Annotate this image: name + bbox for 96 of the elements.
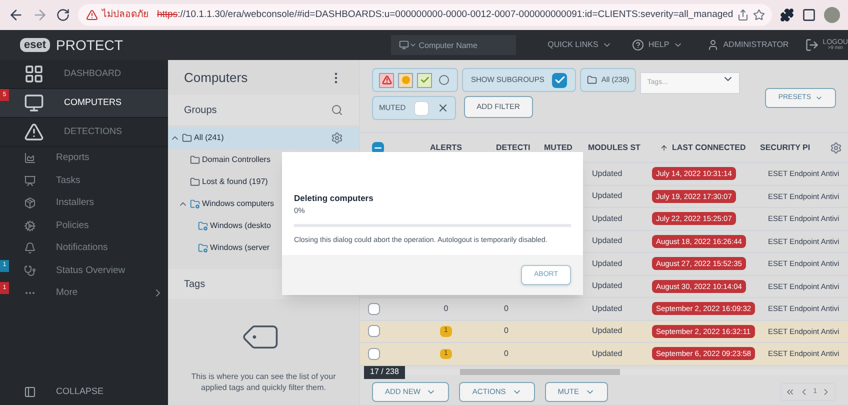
sidebar-item[interactable]: Policies: [0, 214, 168, 237]
sidebar-item[interactable]: DETECTIONS: [0, 118, 168, 147]
panel-icon: [24, 386, 36, 398]
first-page-icon[interactable]: [785, 387, 796, 397]
alert-count: 0: [444, 302, 448, 315]
column-header[interactable]: MODULES ST: [588, 142, 652, 154]
grid-icon: [24, 64, 44, 84]
folder-icon: [190, 155, 200, 165]
sort-icon: [660, 144, 668, 152]
url-text: https://10.1.1.30/era/webconsole/#id=DASHBOARDS:u=000000000-0000-0012-0007-000000000091:id=CLIENTS:severity=all_managed: [157, 8, 734, 22]
table-cell-text: Updated: [591, 168, 622, 180]
close-icon[interactable]: [436, 102, 449, 114]
severity-toggle[interactable]: [379, 72, 394, 88]
sidebar-item[interactable]: Installers: [0, 192, 168, 214]
table-cell-text: Updated: [591, 302, 622, 315]
table-cell-text: Updated: [591, 190, 622, 202]
column-header[interactable]: MUTED: [544, 142, 588, 154]
severity-toggle[interactable]: [398, 72, 413, 88]
logout-icon: [804, 38, 819, 52]
help-icon: [632, 39, 644, 51]
table-cell: 0: [504, 304, 508, 313]
gear-icon: [24, 220, 36, 232]
column-header[interactable]: DETECTI: [496, 142, 544, 154]
share-icon[interactable]: [737, 9, 750, 21]
sidebar-item[interactable]: Reports: [0, 147, 168, 170]
board-icon: [24, 174, 36, 187]
folder-icon: [190, 177, 200, 187]
column-header[interactable]: ALERTS: [396, 142, 496, 154]
warning-icon: [86, 9, 98, 21]
scrollbar-thumb[interactable]: [460, 369, 620, 375]
table-cell-text: Updated: [591, 258, 622, 270]
group-item[interactable]: Lost & found (197): [202, 176, 268, 188]
sidebar-item[interactable]: Tasks: [0, 170, 168, 192]
window-icon[interactable]: [802, 8, 816, 22]
computer-search-field[interactable]: Computer Name: [390, 35, 516, 55]
chart-icon: [24, 152, 36, 164]
package-icon: [24, 197, 36, 210]
subgroups-checkbox[interactable]: [552, 72, 568, 88]
row-checkbox[interactable]: [368, 325, 380, 338]
select-all-checkbox[interactable]: [372, 142, 384, 154]
back-icon[interactable]: [8, 7, 24, 23]
folder-icon: [587, 75, 598, 85]
group-item[interactable]: Windows computers: [202, 198, 274, 210]
table-cell-text: Updated: [591, 348, 622, 360]
puzzle-icon[interactable]: [780, 8, 794, 22]
sidebar-item[interactable]: Notifications: [0, 237, 168, 260]
collapse-button[interactable]: COLLAPSE: [0, 379, 168, 405]
user-icon: [707, 39, 720, 51]
logo: eset: [20, 38, 50, 52]
warning-icon: [24, 122, 44, 142]
star-icon[interactable]: [753, 9, 766, 21]
dynamic-folder-icon: [198, 221, 208, 231]
muted-checkbox[interactable]: [414, 100, 429, 116]
column-header[interactable]: SECURITY PI: [760, 142, 830, 154]
group-item[interactable]: All (241): [194, 132, 224, 144]
table-cell: 0: [504, 326, 508, 336]
search-icon[interactable]: [331, 104, 343, 116]
dynamic-folder-icon: [198, 243, 208, 253]
caret-icon: [815, 94, 823, 102]
monitor-icon: [398, 40, 409, 50]
severity-toggle[interactable]: [417, 72, 432, 88]
table-cell: 0: [504, 348, 508, 358]
folder-icon: [182, 133, 192, 143]
user-menu[interactable]: ADMINISTRATOR: [707, 39, 789, 51]
check-icon: [420, 75, 430, 85]
panel-title: Computers: [184, 68, 248, 87]
table-cell-text: Updated: [591, 212, 622, 225]
table-cell-text: Updated: [591, 280, 622, 292]
avatar-icon[interactable]: [824, 7, 840, 23]
settings-icon[interactable]: [830, 142, 842, 154]
reload-icon[interactable]: [56, 8, 70, 22]
stethoscope-icon: [24, 264, 36, 277]
column-header[interactable]: LAST CONNECTED: [652, 142, 760, 154]
group-item[interactable]: Windows (server: [210, 242, 270, 254]
product-name: PROTECT: [56, 36, 123, 54]
monitor-icon: [24, 93, 44, 113]
tags-empty-text: This is where you can see the list of your applied tags and quickly filter them.: [190, 371, 337, 393]
table-cell-text: Updated: [591, 325, 622, 338]
gear-icon[interactable]: [331, 132, 343, 144]
quick-links-menu[interactable]: QUICK LINKS: [548, 39, 612, 51]
bell-icon: [24, 242, 36, 254]
groups-heading: Groups: [184, 104, 217, 118]
tags-heading: Tags: [184, 278, 206, 292]
table-cell-text: Updated: [591, 235, 622, 248]
security-label: ไม่ปลอดภัย: [102, 8, 149, 22]
caret-icon: [408, 41, 417, 49]
error-icon: [382, 75, 392, 85]
address-bar[interactable]: ไม่ปลอดภัย https://10.1.1.30/era/webconsole/#id=DASHBOARDS:u=000000000-0000-0012-0007-000000000091:id=CLIENTS:severity=all_managed: [78, 4, 772, 26]
dynamic-folder-icon: [190, 199, 200, 209]
forward-icon[interactable]: [32, 7, 48, 23]
row-count-badge: 17 / 238: [364, 365, 405, 379]
row-checkbox[interactable]: [368, 302, 380, 315]
group-item[interactable]: Domain Controllers: [202, 154, 270, 166]
row-checkbox[interactable]: [368, 348, 380, 360]
help-menu[interactable]: HELP: [632, 39, 684, 51]
group-item[interactable]: Windows (deskto: [210, 220, 271, 232]
